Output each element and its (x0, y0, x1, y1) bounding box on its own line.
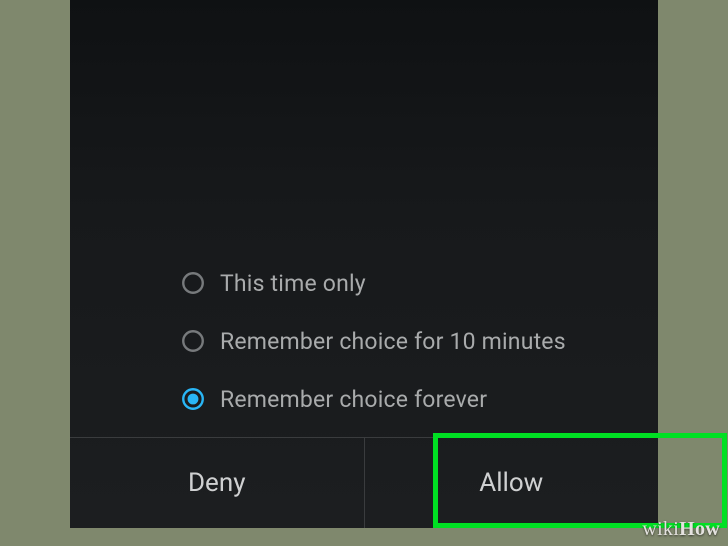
permission-dialog: This time only Remember choice for 10 mi… (70, 0, 658, 528)
watermark-part2: How (679, 518, 720, 540)
button-label: Deny (188, 468, 246, 498)
radio-group: This time only Remember choice for 10 mi… (180, 254, 610, 428)
allow-button[interactable]: Allow (365, 438, 659, 528)
radio-option-label: This time only (220, 270, 366, 297)
radio-option-remember-forever[interactable]: Remember choice forever (180, 370, 610, 428)
watermark: wikiHow (642, 518, 720, 541)
watermark-part1: wiki (642, 518, 679, 540)
radio-option-label: Remember choice forever (220, 386, 487, 413)
deny-button[interactable]: Deny (70, 438, 364, 528)
button-label: Allow (479, 468, 543, 498)
radio-option-label: Remember choice for 10 minutes (220, 328, 566, 355)
radio-unselected-icon (180, 270, 206, 296)
radio-option-remember-10-min[interactable]: Remember choice for 10 minutes (180, 312, 610, 370)
dialog-button-row: Deny Allow (70, 438, 658, 528)
radio-unselected-icon (180, 328, 206, 354)
radio-option-this-time-only[interactable]: This time only (180, 254, 610, 312)
radio-selected-icon (180, 386, 206, 412)
